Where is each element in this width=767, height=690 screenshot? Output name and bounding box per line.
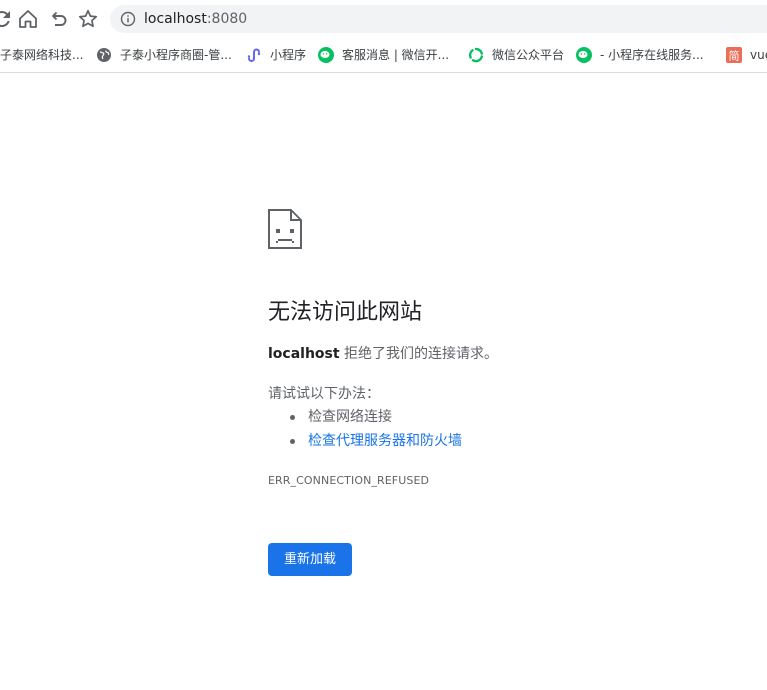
svg-text:简: 简 — [729, 49, 740, 63]
home-icon[interactable] — [16, 7, 40, 31]
bookmark-label: 微信公众平台 — [492, 48, 565, 62]
bullet-icon — [290, 415, 295, 420]
sad-page-icon — [268, 209, 302, 249]
globe-icon — [96, 47, 112, 63]
miniprogram-icon — [246, 47, 262, 63]
reload-button[interactable]: 重新加载 — [268, 543, 352, 576]
bookmark-label: 小程序 — [270, 48, 307, 62]
reload-icon[interactable] — [0, 7, 14, 31]
bookmark-label: 客服消息 | 微信开... — [342, 48, 450, 62]
wechat-icon — [576, 47, 592, 63]
url-port: :8080 — [206, 11, 248, 27]
bookmark-label: 子泰网络科技... — [0, 48, 84, 62]
url-host: localhost — [144, 11, 207, 27]
bookmark-label: 子泰小程序商圈-管... — [120, 48, 232, 62]
error-title: 无法访问此网站 — [268, 300, 423, 325]
error-summary-text: 拒绝了我们的连接请求。 — [339, 346, 499, 362]
bookmarks-bar: 子泰网络科技... 子泰小程序商圈-管... 小程序 客服消息 | 微信开...… — [0, 38, 767, 73]
suggestion-text: 检查网络连接 — [308, 409, 392, 425]
error-summary: localhost 拒绝了我们的连接请求。 — [268, 344, 498, 364]
bookmark-label: vue — [750, 48, 767, 62]
wechat-mp-icon — [468, 47, 484, 63]
check-proxy-link[interactable]: 检查代理服务器和防火墙 — [308, 431, 462, 451]
bullet-icon — [290, 439, 295, 444]
try-label: 请试试以下办法： — [268, 386, 380, 402]
info-icon[interactable] — [120, 11, 136, 27]
star-icon[interactable] — [76, 7, 100, 31]
wechat-icon — [318, 47, 334, 63]
bookmark-label: - 小程序在线服务... — [600, 48, 704, 62]
jianshu-icon: 简 — [726, 47, 742, 63]
error-host: localhost — [268, 346, 340, 362]
address-bar[interactable]: localhost:8080 — [110, 5, 767, 33]
url-text: localhost:8080 — [144, 10, 247, 28]
browser-toolbar: localhost:8080 — [0, 0, 767, 38]
error-code: ERR_CONNECTION_REFUSED — [268, 474, 430, 487]
undo-icon[interactable] — [46, 7, 70, 31]
